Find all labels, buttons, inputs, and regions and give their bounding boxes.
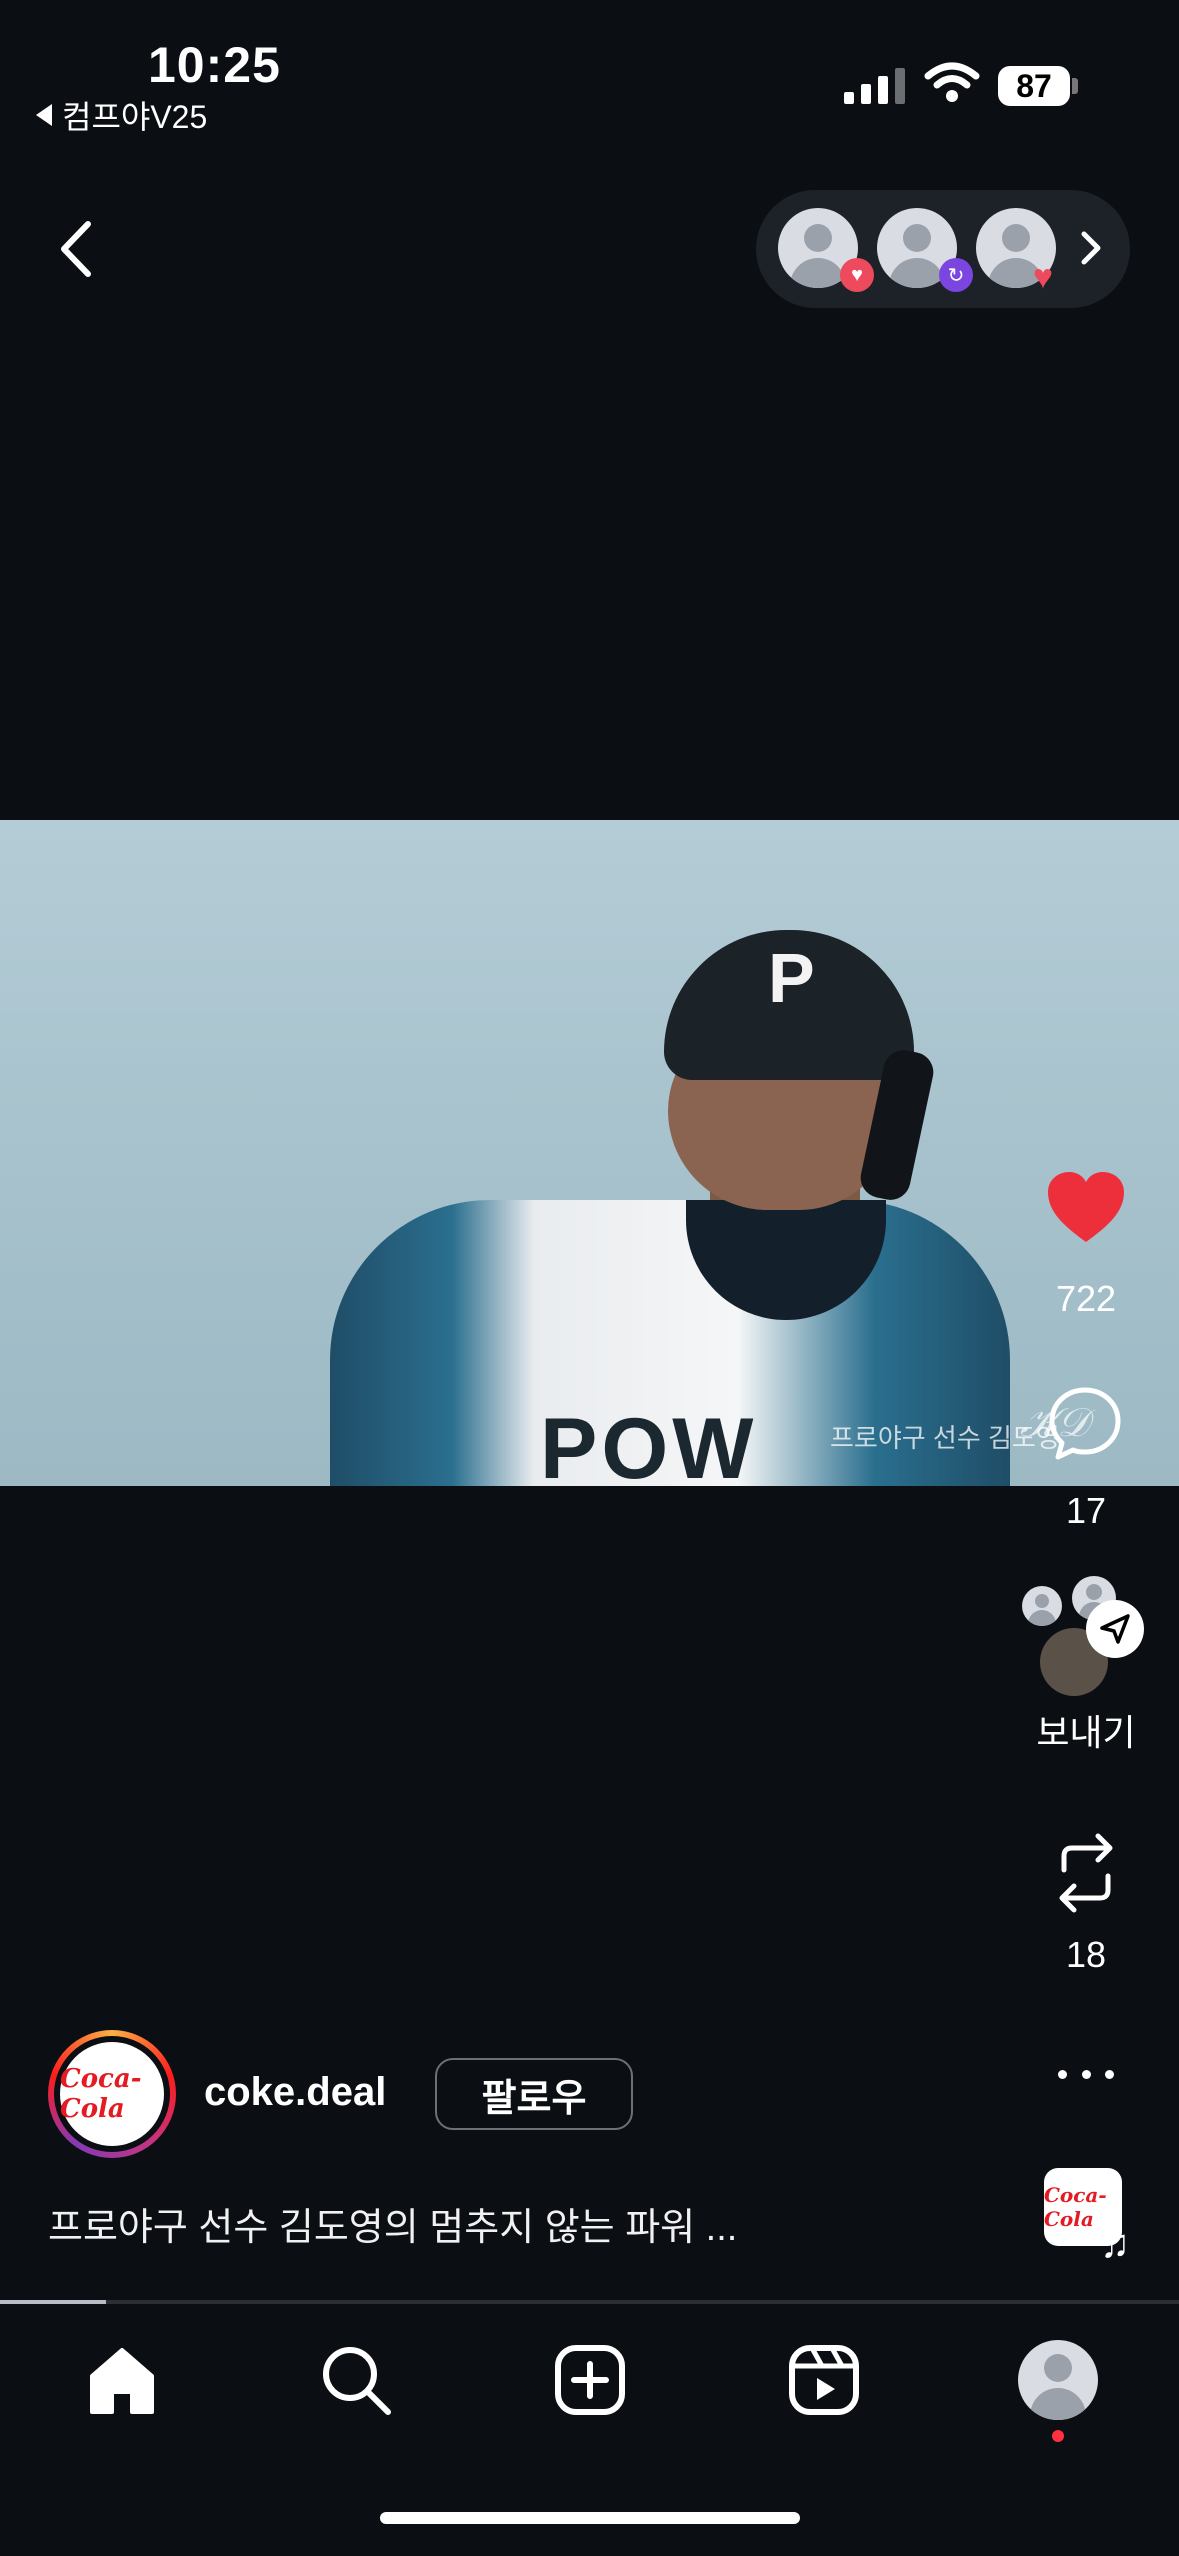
- video-progress-fill: [0, 2300, 107, 2304]
- wifi-icon: [924, 62, 980, 102]
- create-icon[interactable]: [550, 2340, 630, 2420]
- post-caption[interactable]: 프로야구 선수 김도영의 멈추지 않는 파워 ...: [48, 2196, 737, 2251]
- coca-cola-logo: Coca-Cola: [60, 2042, 164, 2146]
- back-app-label: 컴프야V25: [62, 99, 208, 135]
- back-to-app-link[interactable]: 컴프야V25: [36, 92, 207, 138]
- video-progress-track[interactable]: [0, 2300, 1179, 2304]
- more-icon[interactable]: [1058, 2070, 1114, 2084]
- notification-dot: [1052, 2430, 1064, 2442]
- comment-icon[interactable]: [1046, 1384, 1124, 1462]
- repost-count: 18: [1065, 1934, 1107, 1975]
- repost-badge-icon: ↻: [939, 258, 973, 292]
- status-time: 10:25: [148, 37, 281, 93]
- music-note-icon: ♫: [1100, 2222, 1130, 2266]
- home-indicator[interactable]: [380, 2512, 800, 2524]
- comment-count: 17: [1065, 1490, 1107, 1531]
- home-icon[interactable]: [82, 2340, 162, 2420]
- reel-video[interactable]: P POW 프로야구 선수 김도영 𝒦𝒟: [0, 820, 1179, 1486]
- back-triangle-icon: [36, 104, 52, 126]
- heart-badge-icon: ♥: [1032, 257, 1054, 296]
- follow-button[interactable]: 팔로우: [435, 2058, 633, 2130]
- cellular-signal-icon: [844, 62, 905, 104]
- repost-icon[interactable]: [1050, 1830, 1122, 1916]
- reels-icon[interactable]: [784, 2340, 864, 2420]
- send-button[interactable]: [1020, 1576, 1150, 1696]
- chevron-right-icon: [1081, 231, 1101, 265]
- chevron-left-icon[interactable]: [48, 216, 108, 282]
- battery-indicator: 87: [998, 66, 1070, 106]
- profile-icon[interactable]: [1018, 2340, 1098, 2420]
- recent-activity-pill[interactable]: ♥ ↻ ♥: [756, 190, 1130, 308]
- battery-cap: [1072, 78, 1078, 94]
- like-count: 722: [1055, 1278, 1117, 1319]
- helmet-letter: P: [768, 939, 815, 1017]
- send-icon: [1086, 1600, 1144, 1658]
- like-icon[interactable]: [1044, 1168, 1128, 1246]
- author-avatar[interactable]: Coca-Cola: [48, 2030, 176, 2158]
- send-label: 보내기: [1036, 1712, 1136, 1753]
- jersey-text: POW: [540, 1401, 758, 1486]
- author-username[interactable]: coke.deal: [204, 2070, 386, 2115]
- search-icon[interactable]: [316, 2340, 396, 2420]
- heart-badge-icon: ♥: [840, 258, 874, 292]
